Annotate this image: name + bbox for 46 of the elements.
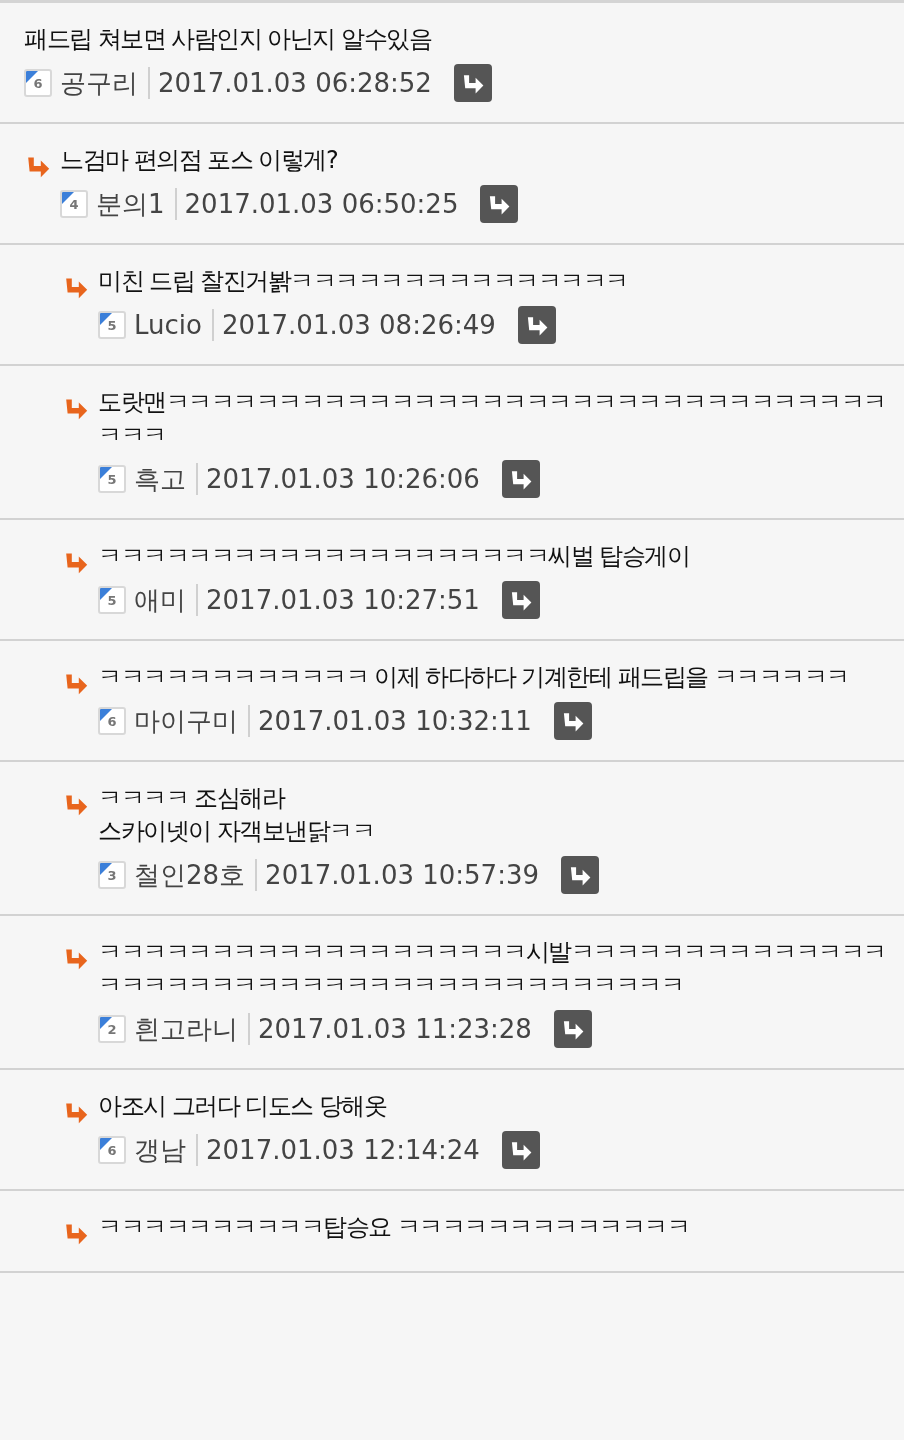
- reply-button[interactable]: [453, 64, 492, 102]
- level-badge: 6: [98, 1136, 126, 1164]
- comment-time: 2017.01.03 06:28:52: [158, 68, 432, 98]
- comment-text: 패드립 쳐보면 사람인지 아닌지 알수있음: [24, 24, 433, 55]
- comment-time: 2017.01.03 08:26:49: [221, 310, 496, 340]
- reply-button[interactable]: [561, 856, 599, 894]
- reply-button[interactable]: [553, 702, 592, 740]
- reply-button[interactable]: [553, 1010, 592, 1048]
- level-badge: 5: [98, 586, 126, 614]
- level-badge: 3: [98, 861, 126, 889]
- author-name[interactable]: 분의1: [96, 188, 177, 220]
- author-name[interactable]: 흑고: [134, 463, 198, 495]
- reply-button[interactable]: [501, 460, 540, 498]
- comment-time: 2017.01.03 06:50:25: [184, 189, 459, 219]
- comment-time: 2017.01.03 10:27:51: [206, 585, 480, 615]
- author-name[interactable]: 철인28호: [134, 859, 258, 891]
- comment-time: 2017.01.03 10:32:11: [258, 706, 532, 736]
- comment-text: ㅋㅋㅋㅋ 조심해라 스카이넷이 자객보낸닭ㅋㅋ: [98, 783, 376, 847]
- level-badge: 2: [98, 1015, 126, 1043]
- comment-time: 2017.01.03 10:57:39: [265, 860, 539, 890]
- comment-text: 도랏맨ㅋㅋㅋㅋㅋㅋㅋㅋㅋㅋㅋㅋㅋㅋㅋㅋㅋㅋㅋㅋㅋㅋㅋㅋㅋㅋㅋㅋㅋㅋㅋㅋㅋㅋㅋ: [98, 387, 887, 451]
- reply-button[interactable]: [517, 306, 556, 344]
- level-badge: 6: [24, 69, 52, 97]
- comment-text: ㅋㅋㅋㅋㅋㅋㅋㅋㅋㅋ탑승요 ㅋㅋㅋㅋㅋㅋㅋㅋㅋㅋㅋㅋㅋ: [98, 1212, 691, 1243]
- author-name[interactable]: Lucio: [134, 309, 214, 341]
- reply-button[interactable]: [480, 185, 519, 223]
- comment-text: ㅋㅋㅋㅋㅋㅋㅋㅋㅋㅋㅋㅋㅋㅋㅋㅋㅋㅋㅋ시발ㅋㅋㅋㅋㅋㅋㅋㅋㅋㅋㅋㅋㅋㅋㅋㅋㅋㅋㅋㅋㅋㅋㅋㅋㅋㅋㅋㅋㅋㅋㅋㅋㅋㅋㅋㅋㅋㅋㅋㅋ: [98, 937, 887, 1001]
- author-name[interactable]: 마이구미: [134, 705, 250, 737]
- level-badge: 5: [98, 465, 126, 493]
- author-name[interactable]: 흰고라니: [134, 1013, 250, 1045]
- comment-text: ㅋㅋㅋㅋㅋㅋㅋㅋㅋㅋㅋㅋㅋㅋㅋㅋㅋㅋㅋㅋ씨벌 탑승게이: [98, 541, 691, 572]
- author-name[interactable]: 공구리: [60, 67, 150, 99]
- author-name[interactable]: 갱남: [134, 1134, 198, 1166]
- comment-time: 2017.01.03 11:23:28: [258, 1014, 532, 1044]
- comment-time: 2017.01.03 12:14:24: [206, 1135, 480, 1165]
- comment-time: 2017.01.03 10:26:06: [206, 464, 480, 494]
- reply-button[interactable]: [501, 581, 540, 619]
- comment-text: 느검마 편의점 포스 이렇게?: [60, 145, 339, 176]
- level-badge: 5: [98, 311, 126, 339]
- comment-text: 미친 드립 찰진거봙ㅋㅋㅋㅋㅋㅋㅋㅋㅋㅋㅋㅋㅋㅋㅋ: [98, 266, 629, 297]
- level-badge: 4: [60, 190, 88, 218]
- comment-text: ㅋㅋㅋㅋㅋㅋㅋㅋㅋㅋㅋㅋ 이제 하다하다 기계한테 패드립을 ㅋㅋㅋㅋㅋㅋ: [98, 662, 850, 693]
- reply-button[interactable]: [501, 1131, 540, 1169]
- author-name[interactable]: 애미: [134, 584, 198, 616]
- level-badge: 6: [98, 707, 126, 735]
- comment-text: 아조시 그러다 디도스 당해옷: [98, 1091, 388, 1122]
